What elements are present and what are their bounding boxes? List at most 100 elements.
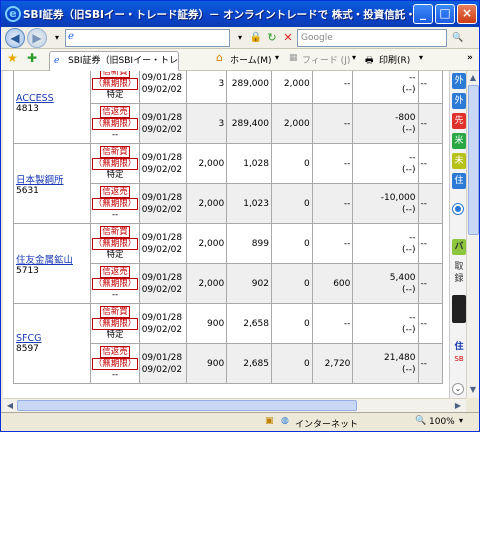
cost-cell: --: [311, 183, 354, 224]
side-tab-6[interactable]: 住: [452, 173, 466, 189]
extra-cell: --: [417, 71, 444, 104]
price-cell: 289,400: [226, 103, 272, 144]
account-type: 特定: [106, 330, 124, 340]
feed-dropdown-icon[interactable]: ▾: [352, 53, 356, 62]
print-dropdown-icon[interactable]: ▾: [419, 53, 423, 62]
cost-cell: 600: [311, 263, 354, 304]
stock-name-link[interactable]: ACCESS: [16, 93, 54, 104]
horizontal-scrollbar[interactable]: ◀ ▶: [3, 398, 466, 412]
profit-loss-cell: -- (--): [352, 71, 419, 104]
trade-term: （無期限）: [91, 358, 139, 370]
maximize-button[interactable]: □: [435, 4, 455, 24]
history-dropdown-icon[interactable]: ▾: [48, 29, 66, 47]
scroll-right-arrow-icon[interactable]: ▶: [452, 400, 464, 412]
profit-loss-value: --: [409, 152, 416, 163]
window-title: SBI証券（旧SBIイー・トレード証券）－ オンライントレードで 株式・投資信託…: [23, 9, 418, 21]
side-dark-banner[interactable]: [452, 295, 466, 323]
side-text-4: SB: [454, 355, 464, 363]
scroll-left-arrow-icon[interactable]: ◀: [4, 400, 16, 412]
zoom-level[interactable]: 100%: [429, 417, 455, 427]
status-bar: ▣ ◍ インターネット 🔍 100% ▾: [1, 412, 479, 431]
favorites-star-icon[interactable]: ★: [7, 51, 18, 65]
search-input[interactable]: Google: [297, 29, 447, 47]
profit-loss-value: -800: [395, 112, 416, 123]
profit-loss-sub: (--): [401, 244, 416, 255]
open-date: 09/01/28: [141, 72, 183, 83]
trade-type-cell: 信返売 （無期限） --: [90, 183, 140, 224]
extra-cell: --: [417, 223, 444, 264]
trade-type-cell: 信返売 （無期限） --: [90, 103, 140, 144]
quantity-cell: 3: [185, 103, 228, 144]
stock-name-link[interactable]: 日本製鋼所: [16, 175, 64, 186]
tab-sbi[interactable]: ℯ SBI証券（旧SBIイー・トレー...: [49, 51, 179, 71]
stock-name-link[interactable]: SFCG: [16, 333, 42, 344]
close-button[interactable]: ×: [457, 4, 477, 24]
address-input[interactable]: ℯ: [65, 29, 230, 47]
ie-logo-icon: e: [5, 6, 21, 22]
info-circle-icon[interactable]: ●: [452, 203, 464, 215]
vertical-scrollbar[interactable]: ▲ ▼: [466, 71, 479, 398]
vertical-scroll-thumb[interactable]: [468, 85, 479, 235]
dates-cell: 09/01/28 09/02/02: [138, 183, 187, 224]
minimize-button[interactable]: _: [413, 4, 433, 24]
extra-cell: --: [417, 183, 444, 224]
settle-date: 09/02/02: [141, 284, 183, 295]
title-bar: e SBI証券（旧SBIイー・トレード証券）－ オンライントレードで 株式・投資…: [1, 1, 479, 27]
more-commands-button[interactable]: »: [467, 53, 473, 63]
price-cell: 2,658: [226, 303, 272, 344]
current-cell: 2,000: [270, 71, 313, 104]
trade-term: （無期限）: [91, 78, 139, 90]
stock-code: 4813: [16, 104, 39, 114]
profit-loss-cell: -10,000 (--): [352, 183, 419, 224]
side-tab-5[interactable]: 未: [452, 153, 466, 169]
profit-loss-cell: -- (--): [352, 303, 419, 344]
extra-cell: --: [417, 103, 444, 144]
home-dropdown-icon[interactable]: ▾: [275, 53, 279, 62]
trade-type: 信新買: [100, 146, 130, 158]
profit-loss-sub: (--): [401, 284, 416, 295]
account-type: --: [111, 130, 119, 140]
quantity-cell: 900: [185, 303, 228, 344]
back-button[interactable]: ◀: [5, 28, 25, 48]
price-cell: 1,028: [226, 143, 272, 184]
add-favorites-icon[interactable]: ✚: [27, 51, 37, 65]
globe-icon: ◍: [281, 416, 289, 426]
stock-name-cell: 日本製鋼所 5631: [12, 143, 92, 224]
profit-loss-value: --: [409, 232, 416, 243]
current-cell: 0: [270, 263, 313, 304]
table-row: 日本製鋼所 5631 信新買 （無期限） 特定 09/01/28 09/02/02 2,000…: [12, 143, 444, 224]
print-button[interactable]: 印刷(R): [379, 53, 410, 66]
stock-name-link[interactable]: 住友金属鉱山: [16, 255, 73, 266]
dates-cell: 09/01/28 09/02/02: [138, 71, 187, 104]
scroll-down-arrow-icon[interactable]: ▼: [467, 384, 479, 396]
trade-term: （無期限）: [91, 238, 139, 250]
side-tab-3[interactable]: 先: [452, 113, 466, 129]
protected-mode-icon[interactable]: ▣: [265, 416, 274, 426]
side-tab-2[interactable]: 外: [452, 93, 466, 109]
side-tab-1[interactable]: 外: [452, 73, 466, 89]
cost-cell: --: [311, 143, 354, 184]
profit-loss-sub: (--): [401, 324, 416, 335]
search-go-button[interactable]: 🔍: [449, 29, 467, 47]
profit-loss-sub: (--): [401, 124, 416, 135]
settle-date: 09/02/02: [141, 324, 183, 335]
home-button[interactable]: ホーム(M): [230, 53, 272, 66]
print-icon: 🖶: [365, 56, 374, 66]
trade-term: （無期限）: [91, 318, 139, 330]
horizontal-scroll-thumb[interactable]: [17, 400, 357, 411]
profit-loss-cell: -800 (--): [352, 103, 419, 144]
scroll-up-arrow-icon[interactable]: ▲: [467, 72, 479, 84]
profit-loss-cell: -- (--): [352, 143, 419, 184]
zoom-dropdown-icon[interactable]: ▾: [459, 416, 463, 425]
price-cell: 899: [226, 223, 272, 264]
feed-button[interactable]: フィード (J): [302, 53, 350, 66]
command-bar: ★ ✚ ℯ SBI証券（旧SBIイー・トレー... ⌂ ホーム(M) ▾ ▦ フ…: [1, 49, 479, 71]
forward-button[interactable]: ▶: [27, 28, 47, 48]
stop-button[interactable]: ✕: [279, 29, 297, 47]
side-banner-label[interactable]: バ: [452, 239, 466, 255]
side-tab-4[interactable]: 米: [452, 133, 466, 149]
home-icon: ⌂: [216, 51, 223, 64]
scroll-down-circle-icon[interactable]: ⌄: [452, 383, 464, 395]
stock-code: 5631: [16, 185, 39, 196]
quantity-cell: 2,000: [185, 143, 228, 184]
